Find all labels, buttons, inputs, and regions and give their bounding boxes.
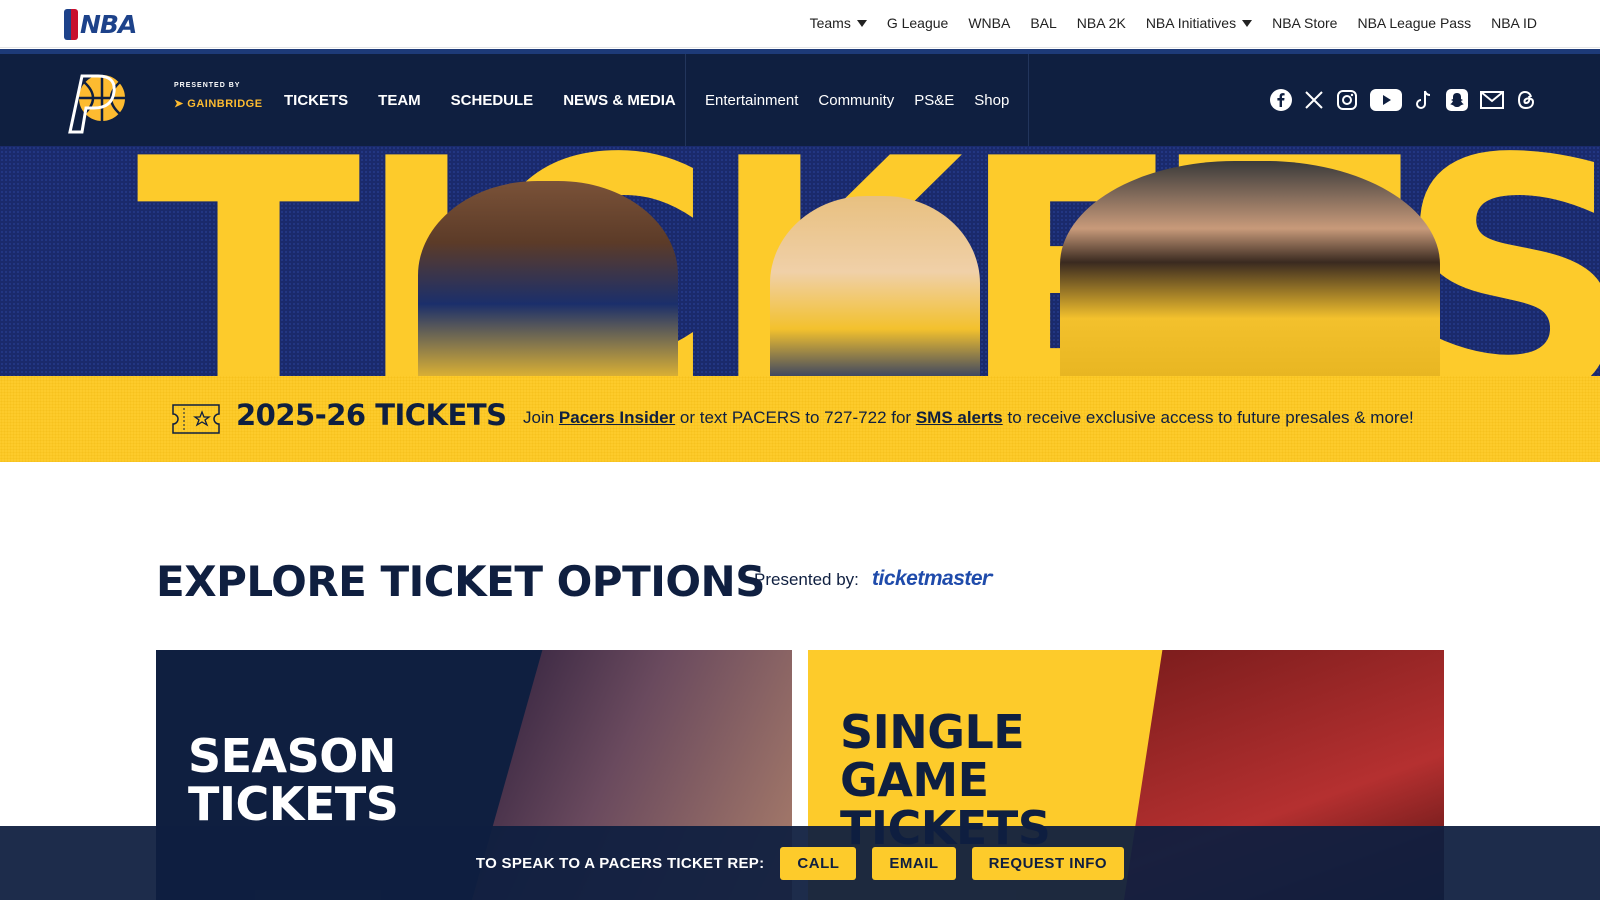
nba-nav-g-league[interactable]: G League <box>887 15 949 31</box>
nba-nav-label: NBA Store <box>1272 15 1338 31</box>
card-title-line: SEASON <box>188 729 396 783</box>
nav-entertainment[interactable]: Entertainment <box>705 92 798 109</box>
nba-nav-label: NBA ID <box>1491 15 1537 31</box>
chevron-down-icon <box>856 19 867 27</box>
season-tickets-title: SEASON TICKETS <box>188 729 399 831</box>
nba-nav-initiatives[interactable]: NBA Initiatives <box>1145 15 1253 31</box>
ticket-icon <box>172 404 220 434</box>
band-title: 2025-26 TICKETS <box>236 398 507 432</box>
call-button[interactable]: CALL <box>780 846 857 880</box>
nba-nav-store[interactable]: NBA Store <box>1272 15 1337 31</box>
nba-nav-bal[interactable]: BAL <box>1030 15 1056 31</box>
band-message: Join Pacers Insider or text PACERS to 72… <box>523 408 1414 428</box>
nba-nav-nba-2k[interactable]: NBA 2K <box>1077 15 1126 31</box>
band-text-segment: or text PACERS to 727-722 for <box>675 408 916 427</box>
threads-icon[interactable] <box>1516 89 1536 111</box>
explore-presented-by: Presented by: <box>754 570 859 589</box>
ticketmaster-label: ticketmaster <box>872 567 990 590</box>
hero-fan-photo <box>418 181 678 376</box>
instagram-icon[interactable] <box>1336 89 1358 111</box>
email-button[interactable]: EMAIL <box>872 846 956 880</box>
nav-tickets[interactable]: TICKETS <box>284 92 348 109</box>
band-text-segment: Join <box>523 408 559 427</box>
team-sub-nav: Entertainment Community PS&E Shop <box>705 54 1009 146</box>
sponsor-block: PRESENTED BY ➤ GAINBRIDGE <box>174 82 263 110</box>
facebook-icon[interactable] <box>1270 89 1292 111</box>
nba-nav-label: G League <box>886 15 949 31</box>
social-links <box>1270 54 1536 146</box>
nav-divider <box>685 54 686 146</box>
band-text-segment: to receive exclusive access to future pr… <box>1002 408 1414 427</box>
email-icon[interactable] <box>1480 91 1504 109</box>
nba-global-bar: NBA Teams G League WNBA BAL NBA 2K NBA I… <box>0 0 1600 48</box>
nba-nav-label: WNBA <box>968 15 1011 31</box>
card-title-line: GAME <box>840 753 989 807</box>
gainbridge-logo[interactable]: ➤ GAINBRIDGE <box>174 97 263 110</box>
nba-nav-label: NBA League Pass <box>1357 15 1472 31</box>
nba-nav-teams[interactable]: Teams <box>810 15 867 31</box>
snapchat-icon[interactable] <box>1446 89 1468 111</box>
team-main-nav: TICKETS TEAM SCHEDULE NEWS & MEDIA <box>284 54 676 146</box>
hero-banner: TICKETS <box>0 146 1600 376</box>
nba-nav-label: NBA 2K <box>1076 15 1126 31</box>
nav-pse[interactable]: PS&E <box>914 92 954 109</box>
youtube-icon[interactable] <box>1370 89 1402 111</box>
gainbridge-label: GAINBRIDGE <box>187 98 263 110</box>
nav-shop[interactable]: Shop <box>974 92 1009 109</box>
registered-mark: ● <box>989 572 994 579</box>
sms-alerts-link[interactable]: SMS alerts <box>916 408 1003 427</box>
chevron-down-icon <box>1242 19 1253 27</box>
nba-nav-nba-id[interactable]: NBA ID <box>1491 15 1537 31</box>
nba-nav: Teams G League WNBA BAL NBA 2K NBA Initi… <box>810 0 1537 46</box>
nba-nav-wnba[interactable]: WNBA <box>968 15 1010 31</box>
explore-title: EXPLORE TICKET OPTIONS <box>156 557 765 606</box>
hero-fan-photo <box>770 196 980 376</box>
nav-team[interactable]: TEAM <box>378 92 421 109</box>
nba-logo-mark-icon <box>64 9 78 40</box>
tiktok-icon[interactable] <box>1414 89 1434 111</box>
ticket-rep-bar: TO SPEAK TO A PACERS TICKET REP: CALL EM… <box>0 826 1600 900</box>
card-title-line: SINGLE <box>840 705 1025 759</box>
pacers-insider-link[interactable]: Pacers Insider <box>559 408 675 427</box>
nba-logo-text: NBA <box>80 10 137 39</box>
ticketmaster-logo[interactable]: ticketmaster● <box>872 567 994 591</box>
gainbridge-chevron-icon: ➤ <box>174 98 188 110</box>
nba-nav-label: NBA Initiatives <box>1145 15 1237 31</box>
tickets-announcement-band: 2025-26 TICKETS Join Pacers Insider or t… <box>0 376 1600 462</box>
nav-divider <box>1028 54 1029 146</box>
hero-fan-photo <box>1060 161 1440 376</box>
card-title-line: TICKETS <box>188 777 399 831</box>
nba-logo[interactable]: NBA <box>64 9 137 40</box>
presented-by-label: PRESENTED BY <box>174 82 241 89</box>
x-icon[interactable] <box>1304 90 1324 110</box>
nav-news-media[interactable]: NEWS & MEDIA <box>563 92 676 109</box>
nav-community[interactable]: Community <box>818 92 894 109</box>
nba-nav-label: Teams <box>809 15 851 31</box>
team-navbar: PRESENTED BY ➤ GAINBRIDGE TICKETS TEAM S… <box>0 49 1600 146</box>
nba-nav-league-pass[interactable]: NBA League Pass <box>1357 15 1471 31</box>
pacers-logo-icon[interactable] <box>64 70 132 134</box>
ticket-rep-label: TO SPEAK TO A PACERS TICKET REP: <box>475 854 765 872</box>
nav-schedule[interactable]: SCHEDULE <box>451 92 534 109</box>
nba-nav-label: BAL <box>1030 15 1057 31</box>
request-info-button[interactable]: REQUEST INFO <box>971 846 1125 880</box>
